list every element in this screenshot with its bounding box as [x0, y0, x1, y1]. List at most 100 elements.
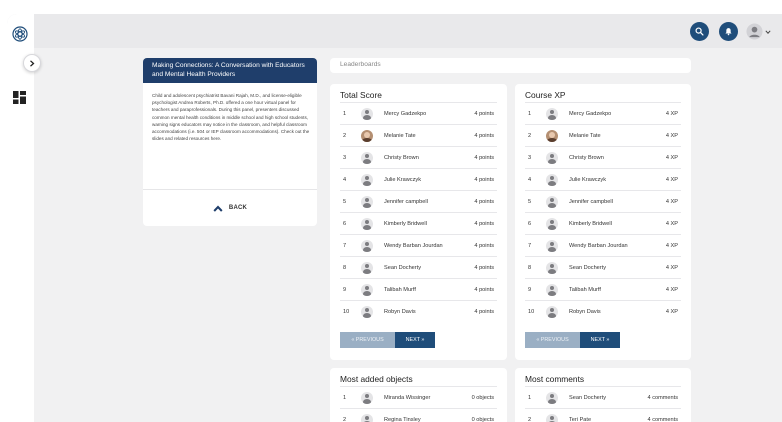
sidebar-toggle-button[interactable] [23, 54, 41, 72]
app-frame: Making Connections: A Conversation with … [7, 14, 782, 422]
user-name: Kimberly Bridwell [569, 220, 612, 227]
score-value: 4 points [474, 286, 494, 293]
back-button[interactable]: BACK [143, 190, 317, 226]
user-name: Jennifer campbell [569, 198, 613, 205]
leaderboard-row: 7 Wendy Barban Jourdan 4 XP [525, 234, 681, 256]
score-value: 4 XP [665, 264, 678, 271]
rank-number: 3 [343, 154, 347, 161]
rank-number: 5 [343, 198, 347, 205]
avatar [546, 195, 558, 208]
top-bar [7, 14, 782, 48]
course-xp-board: Course XP 1 Mercy Gadzekpo 4 XP 2 Melanie Ta… [515, 84, 691, 360]
rank-number: 6 [528, 220, 532, 227]
leaderboard-row: 8 Sean Docherty 4 points [340, 256, 497, 278]
avatar [361, 217, 373, 230]
user-name: Robyn Davis [384, 308, 416, 315]
search-icon [695, 27, 704, 36]
avatar [546, 283, 558, 296]
rank-number: 3 [528, 154, 532, 161]
user-name: Jennifer campbell [384, 198, 428, 205]
user-name: Regina Tinsley [384, 416, 421, 422]
user-icon [746, 23, 763, 40]
rank-number: 4 [528, 176, 532, 183]
next-button[interactable]: NEXT » [395, 332, 435, 348]
description-title: Making Connections: A Conversation with … [143, 58, 317, 83]
leaderboard-row: 3 Christy Brown 4 points [340, 146, 497, 168]
avatar [546, 261, 558, 274]
most-added-objects-board: Most added objects 1 Miranda Wissinger 0 o… [330, 368, 507, 422]
rank-number: 2 [528, 416, 532, 422]
score-value: 0 objects [471, 416, 494, 422]
dashboard-icon[interactable] [13, 91, 26, 104]
avatar [361, 261, 373, 274]
previous-button[interactable]: « PREVIOUS [340, 332, 395, 348]
user-name: Robyn Davis [569, 308, 601, 315]
board-title: Most comments [525, 374, 585, 384]
chevron-down-icon [765, 29, 771, 34]
sidebar [7, 14, 34, 422]
leaderboard-row: 1 Mercy Gadzekpo 4 points [340, 102, 497, 124]
back-label: BACK [228, 205, 248, 211]
score-value: 4 points [474, 198, 494, 205]
rank-number: 8 [528, 264, 532, 271]
leaderboard-row: 2 Regina Tinsley 0 objects [340, 408, 497, 422]
leaderboard-row: 6 Kimberly Bridwell 4 points [340, 212, 497, 234]
search-button[interactable] [690, 22, 709, 41]
next-button[interactable]: NEXT » [580, 332, 620, 348]
chevron-up-icon [213, 205, 223, 212]
rank-number: 9 [528, 286, 532, 293]
total-score-rows: 1 Mercy Gadzekpo 4 points 2 Melanie Tate 4 po… [330, 102, 507, 322]
leaderboard-row: 2 Melanie Tate 4 points [340, 124, 497, 146]
avatar [361, 195, 373, 208]
user-name: Christy Brown [384, 154, 419, 161]
avatar [546, 173, 558, 186]
rank-number: 4 [343, 176, 347, 183]
user-name: Wendy Barban Jourdan [569, 242, 628, 249]
avatar [546, 413, 558, 422]
rank-number: 1 [528, 394, 532, 401]
avatar [361, 305, 373, 318]
leaderboard-row: 4 Julie Krawczyk 4 XP [525, 168, 681, 190]
leaderboard-row: 8 Sean Docherty 4 XP [525, 256, 681, 278]
rank-number: 9 [343, 286, 347, 293]
user-menu[interactable] [746, 22, 776, 41]
leaderboard-row: 7 Wendy Barban Jourdan 4 points [340, 234, 497, 256]
leaderboard-row: 9 Talibah Murff 4 points [340, 278, 497, 300]
score-value: 4 XP [665, 198, 678, 205]
user-name: Julie Krawczyk [569, 176, 606, 183]
avatar [361, 283, 373, 296]
leaderboard-row: 1 Sean Docherty 4 comments [525, 386, 681, 408]
score-value: 4 XP [665, 286, 678, 293]
previous-button[interactable]: « PREVIOUS [525, 332, 580, 348]
pager: « PREVIOUS NEXT » [330, 322, 507, 348]
avatar [361, 413, 373, 422]
bell-icon [725, 28, 732, 36]
user-name: Talibah Murff [384, 286, 416, 293]
rank-number: 2 [343, 132, 347, 139]
rank-number: 7 [343, 242, 347, 249]
rank-number: 2 [343, 416, 347, 422]
score-value: 4 points [474, 110, 494, 117]
notifications-button[interactable] [719, 22, 738, 41]
score-value: 4 points [474, 308, 494, 315]
leaderboard-row: 5 Jennifer campbell 4 points [340, 190, 497, 212]
rank-number: 1 [343, 110, 347, 117]
score-value: 4 comments [647, 416, 678, 422]
rank-number: 1 [528, 110, 532, 117]
rank-number: 8 [343, 264, 347, 271]
leaderboard-row: 1 Miranda Wissinger 0 objects [340, 386, 497, 408]
score-value: 4 XP [665, 176, 678, 183]
leaderboard-row: 5 Jennifer campbell 4 XP [525, 190, 681, 212]
chevron-right-icon [30, 59, 35, 67]
score-value: 4 points [474, 242, 494, 249]
score-value: 4 XP [665, 154, 678, 161]
most-comments-board: Most comments 1 Sean Docherty 4 comments 2 T… [515, 368, 691, 422]
leaderboard-row: 10 Robyn Davis 4 XP [525, 300, 681, 322]
board-title: Course XP [525, 90, 566, 100]
rank-number: 10 [343, 308, 350, 315]
rank-number: 2 [528, 132, 532, 139]
avatar [546, 107, 558, 120]
user-name: Kimberly Bridwell [384, 220, 427, 227]
avatar [361, 391, 373, 404]
leaderboard-row: 9 Talibah Murff 4 XP [525, 278, 681, 300]
